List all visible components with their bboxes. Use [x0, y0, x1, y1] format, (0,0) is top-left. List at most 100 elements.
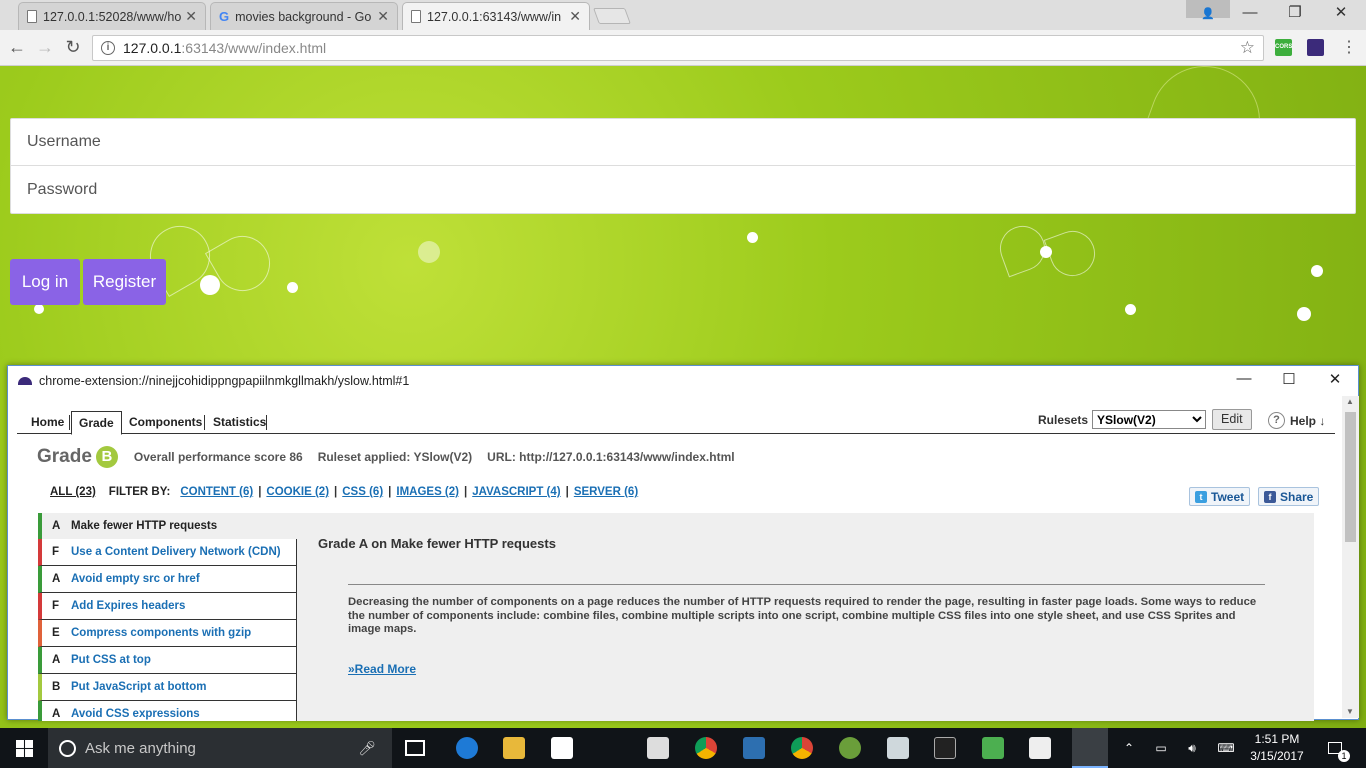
rule-item[interactable]: A Make fewer HTTP requests: [38, 513, 297, 539]
yslow-taskbar-icon[interactable]: [1072, 728, 1108, 768]
filter-images[interactable]: IMAGES (2): [396, 486, 459, 498]
rule-item[interactable]: B Put JavaScript at bottom: [38, 674, 297, 701]
decoration: [1311, 265, 1323, 277]
rulesets-control: Rulesets YSlow(V2) Edit: [1038, 409, 1252, 430]
rule-item[interactable]: A Put CSS at top: [38, 647, 297, 674]
restore-button[interactable]: ❐: [1272, 0, 1318, 28]
bookmark-star-icon[interactable]: ☆: [1240, 38, 1255, 58]
rule-item[interactable]: A Avoid CSS expressions: [38, 701, 297, 721]
android-studio-icon[interactable]: [839, 737, 861, 759]
app-icon[interactable]: [743, 737, 765, 759]
scroll-down-icon[interactable]: ▼: [1346, 707, 1354, 716]
close-tab-icon[interactable]: ✕: [569, 8, 581, 25]
menu-icon[interactable]: ⋮: [1338, 37, 1360, 57]
photos-icon[interactable]: [1029, 737, 1051, 759]
tab-statistics[interactable]: Statistics: [206, 411, 273, 433]
password-field[interactable]: Password: [11, 166, 1355, 213]
app-icon[interactable]: [887, 737, 909, 759]
reload-icon[interactable]: ↻: [62, 37, 84, 58]
filter-all[interactable]: ALL (23): [50, 486, 96, 498]
volume-icon[interactable]: 🔊︎: [1180, 728, 1204, 768]
filter-server[interactable]: SERVER (6): [574, 486, 638, 498]
edit-button[interactable]: Edit: [1212, 409, 1252, 430]
action-center-icon[interactable]: 1: [1320, 728, 1350, 768]
calculator-icon[interactable]: [647, 737, 669, 759]
login-form: Username Password: [10, 118, 1356, 214]
scroll-up-icon[interactable]: ▲: [1346, 397, 1354, 406]
share-label: Share: [1280, 489, 1314, 504]
rule-item[interactable]: E Compress components with gzip: [38, 620, 297, 647]
filter-content[interactable]: CONTENT (6): [180, 486, 253, 498]
minimize-button[interactable]: —: [1227, 0, 1273, 28]
decoration: [993, 219, 1052, 278]
tweet-button[interactable]: t Tweet: [1189, 487, 1251, 506]
share-button[interactable]: f Share: [1258, 487, 1320, 506]
task-view-icon[interactable]: [405, 740, 425, 756]
chrome-icon[interactable]: [695, 737, 717, 759]
cors-extension-icon[interactable]: CORS: [1275, 39, 1292, 56]
rule-grade: E: [52, 627, 60, 639]
edge-icon[interactable]: [456, 737, 478, 759]
rule-grade: A: [52, 654, 61, 666]
rule-item[interactable]: A Avoid empty src or href: [38, 566, 297, 593]
tab-grade[interactable]: Grade: [71, 411, 122, 435]
tab-home[interactable]: Home: [24, 411, 71, 433]
rule-grade: A: [52, 573, 61, 585]
clock[interactable]: 1:51 PM 3/15/2017: [1241, 731, 1313, 765]
browser-tab-3[interactable]: 127.0.0.1:63143/www/in ✕: [402, 2, 590, 30]
address-bar[interactable]: i 127.0.0.1:63143/www/index.html ☆: [92, 35, 1264, 61]
close-button[interactable]: ✕: [1312, 370, 1358, 388]
tab-separator: [69, 415, 70, 430]
read-more-link[interactable]: »Read More: [348, 662, 416, 676]
rule-title: Put CSS at top: [71, 654, 151, 666]
yslow-window: chrome-extension://ninejjcohidippngpapii…: [7, 365, 1359, 721]
window-title: chrome-extension://ninejjcohidippngpapii…: [39, 374, 410, 388]
yslow-extension-icon[interactable]: [1307, 39, 1324, 56]
windows-start-icon[interactable]: [16, 740, 33, 757]
show-hidden-icons[interactable]: ⌃: [1120, 728, 1138, 768]
vertical-scrollbar[interactable]: ▲ ▼: [1342, 396, 1359, 718]
facebook-icon: f: [1264, 490, 1276, 503]
filter-css[interactable]: CSS (6): [342, 486, 383, 498]
help-control[interactable]: ? Help ↓: [1268, 412, 1325, 429]
file-explorer-icon[interactable]: [503, 737, 525, 759]
help-label: Help ↓: [1290, 413, 1326, 428]
rule-item[interactable]: F Add Expires headers: [38, 593, 297, 620]
decoration: [1297, 307, 1311, 321]
minimize-button[interactable]: —: [1221, 370, 1267, 387]
browser-tab-2[interactable]: G movies background - Go ✕: [210, 2, 398, 30]
close-tab-icon[interactable]: ✕: [185, 8, 197, 25]
login-button[interactable]: Log in: [10, 259, 80, 305]
store-icon[interactable]: [551, 737, 573, 759]
ruleset-select[interactable]: YSlow(V2): [1092, 410, 1207, 429]
back-icon[interactable]: ←: [6, 37, 28, 58]
url-info: URL: http://127.0.0.1:63143/www/index.ht…: [487, 450, 735, 464]
chrome-icon[interactable]: [791, 737, 813, 759]
filter-cookie[interactable]: COOKIE (2): [266, 486, 329, 498]
forward-icon[interactable]: →: [34, 37, 56, 58]
decoration: [200, 275, 220, 295]
keyboard-icon[interactable]: ⌨: [1212, 728, 1240, 768]
tab-components[interactable]: Components: [122, 411, 209, 433]
terminal-icon[interactable]: [934, 737, 956, 759]
username-field[interactable]: Username: [11, 119, 1355, 166]
close-tab-icon[interactable]: ✕: [377, 8, 389, 25]
filter-javascript[interactable]: JAVASCRIPT (4): [472, 486, 560, 498]
network-icon[interactable]: ▭: [1150, 728, 1172, 768]
maximize-button[interactable]: ☐: [1266, 370, 1312, 388]
info-icon[interactable]: i: [101, 41, 115, 55]
new-tab-button[interactable]: [593, 8, 631, 24]
profile-icon[interactable]: 👤: [1186, 0, 1230, 20]
close-button[interactable]: ✕: [1318, 0, 1364, 28]
scrollbar-thumb[interactable]: [1345, 412, 1356, 542]
app-icon[interactable]: [982, 737, 1004, 759]
tab-title: 127.0.0.1:63143/www/in: [427, 9, 562, 24]
browser-tab-1[interactable]: 127.0.0.1:52028/www/ho ✕: [18, 2, 206, 30]
rule-title: Compress components with gzip: [71, 627, 252, 639]
rule-item[interactable]: F Use a Content Delivery Network (CDN): [38, 539, 297, 566]
decoration: [418, 241, 440, 263]
microphone-icon[interactable]: 🎤︎: [358, 740, 376, 757]
cortana-search[interactable]: Ask me anything 🎤︎: [48, 728, 392, 768]
register-button[interactable]: Register: [83, 259, 166, 305]
help-icon: ?: [1268, 412, 1285, 429]
